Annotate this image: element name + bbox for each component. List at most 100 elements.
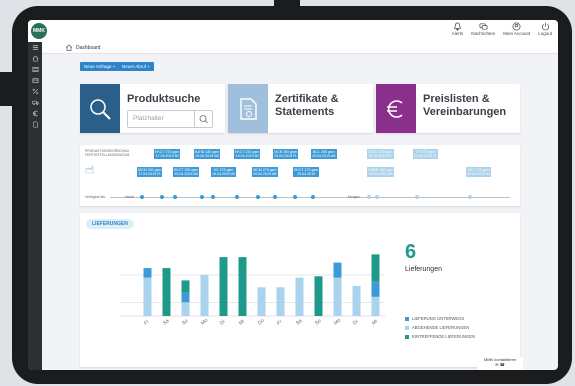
new-request-button[interactable]: Neue Anfrage +: [80, 62, 120, 71]
deliveries-chart: Fr Sa So Mo Di Mi Do Fr Sa So Mo Di Mi: [120, 254, 385, 327]
power-icon: [541, 22, 549, 31]
home-icon[interactable]: [65, 44, 73, 51]
mmk-logo[interactable]: MMK: [31, 23, 47, 39]
sidebar-item-home[interactable]: [28, 53, 42, 64]
timeline-chip[interactable]: CKT 275 gsm 29.04.2019 80: [466, 167, 491, 177]
bar-segment[interactable]: [314, 276, 323, 316]
timeline-chip[interactable]: MCM 200 gsm 17.04.2019 FL: [137, 167, 163, 177]
timeline-chip[interactable]: MCB 300 gsm 19.04.2019 FL: [273, 149, 299, 159]
percent-icon: [32, 88, 38, 95]
timeline-point[interactable]: [256, 195, 260, 199]
legend-label: EINTREFFENDE LIEFERUNGEN: [412, 334, 476, 339]
timeline-point[interactable]: [173, 195, 177, 199]
breadcrumb-label[interactable]: Dashboard: [76, 45, 100, 51]
timeline-point[interactable]: [415, 195, 419, 199]
bar-segment[interactable]: [333, 277, 342, 316]
legend-label: LIEFERUNG UNTERWEGS: [412, 316, 465, 321]
bar-segment[interactable]: [352, 285, 361, 316]
home-icon: [32, 55, 38, 62]
top-bar: MMK Alerts Nachrichten Mein Account Logo…: [28, 20, 558, 43]
bar-segment[interactable]: [333, 262, 342, 278]
timeline-axis: [110, 197, 510, 198]
timeline-point[interactable]: [293, 195, 297, 199]
deliveries-panel: LIEFERUNGEN Fr Sa So Mo Di Mi Do Fr Sa So Mo Di Mi 6…: [80, 213, 520, 367]
timeline-point[interactable]: [160, 195, 164, 199]
timeline-point[interactable]: [468, 195, 472, 199]
logout-button[interactable]: Logout: [538, 22, 552, 36]
bar-segment[interactable]: [181, 280, 190, 293]
account-button[interactable]: Mein Account: [503, 22, 530, 36]
legend-item-unterwegs: LIEFERUNG UNTERWEGS: [405, 314, 475, 323]
certificate-icon: [240, 97, 257, 120]
timeline-chip[interactable]: BJHD 180 gsm 19.04.2019 AB: [194, 149, 221, 159]
timeline-chip[interactable]: GT 275 gsm 24.04.2019 FL: [413, 149, 439, 159]
sidebar-item-orders[interactable]: [28, 75, 42, 86]
search-submit-button[interactable]: [194, 111, 212, 127]
messages-button[interactable]: Nachrichten: [471, 22, 495, 36]
new-abruf-button[interactable]: Neuer Abruf +: [118, 62, 154, 71]
sidebar-item-delivery[interactable]: [28, 97, 42, 108]
bar-segment[interactable]: [276, 287, 285, 316]
timeline-chip[interactable]: BCL 255 gsm 19.04.2019 AB: [311, 149, 337, 159]
bar-segment[interactable]: [371, 281, 380, 297]
timeline-point[interactable]: [235, 195, 239, 199]
timeline-point[interactable]: [311, 195, 315, 199]
sidebar-item-list[interactable]: [28, 64, 42, 75]
product-search-card[interactable]: Produktsuche Platzhalter: [80, 84, 225, 133]
timeline-chip[interactable]: EKCT 230 gsm 19.04.2019 80: [234, 149, 261, 159]
factory-icon: [85, 165, 94, 174]
product-search-tile: [80, 84, 120, 133]
timeline-point[interactable]: [140, 195, 144, 199]
timeline-chip[interactable]: EKCT 250 gsm 19.04.2019 AB: [173, 167, 200, 177]
bar-segment[interactable]: [238, 257, 247, 316]
bar-segment[interactable]: [295, 277, 304, 316]
sidebar-item-menu[interactable]: [28, 42, 42, 53]
bar-segment[interactable]: [219, 257, 228, 316]
timeline-tomorrow-label: Morgen: [348, 195, 360, 199]
truck-icon: [31, 100, 39, 106]
timeline-point[interactable]: [375, 195, 379, 199]
product-search-input[interactable]: Platzhalter: [127, 110, 213, 128]
timeline-start-label: Verfügbar bis: [85, 195, 105, 199]
alerts-button[interactable]: Alerts: [451, 22, 464, 36]
bar-segment[interactable]: [143, 268, 152, 278]
certificates-tile: [228, 84, 268, 133]
bar-segment[interactable]: [181, 302, 190, 316]
sidebar-item-documents[interactable]: [28, 119, 42, 130]
user-icon: [512, 22, 521, 31]
timeline-point[interactable]: [200, 195, 204, 199]
timeline-chip[interactable]: EKCT 275 gsm 19.04.2019: [293, 167, 320, 177]
pricelists-card[interactable]: Preislisten & Vereinbarungen: [376, 84, 520, 133]
chart-legend: LIEFERUNG UNTERWEGS ABGEHENDE LIEFERUNGE…: [405, 314, 475, 341]
timeline-point[interactable]: [211, 195, 215, 199]
legend-swatch: [405, 334, 409, 339]
timeline-chip[interactable]: CEEK 275 gsm 22.04.2019 FL: [367, 149, 394, 159]
sidebar-item-discount[interactable]: [28, 86, 42, 97]
x-tick-label: Mi: [238, 319, 246, 327]
x-tick-label: Do: [257, 318, 266, 327]
x-tick-label: Fr: [143, 319, 151, 327]
bar-segment[interactable]: [200, 274, 209, 316]
contact-mmk-button[interactable]: MMK kontaktieren ✉ ☎: [477, 357, 523, 370]
bar-segment[interactable]: [371, 296, 380, 316]
timeline-chip[interactable]: MCM 275 gsm 19.04.2019 AB: [252, 167, 278, 177]
bell-icon: [453, 22, 462, 31]
timeline-section-label: PRODUKTIONSVORSCHAU FERTIGSTELLUNGSDATUM: [85, 149, 130, 157]
bar-segment[interactable]: [143, 277, 152, 316]
phone-icon: ☎: [499, 362, 505, 367]
alerts-label: Alerts: [451, 31, 464, 36]
x-tick-label: Sa: [162, 318, 171, 327]
certificates-card[interactable]: Zertifikate & Statements: [228, 84, 373, 133]
timeline-chip[interactable]: CMKR 300 gsm 23.04.2019 AB: [367, 167, 395, 177]
timeline-point[interactable]: [367, 195, 371, 199]
bar-segment[interactable]: [371, 254, 380, 282]
bar-segment[interactable]: [181, 292, 190, 303]
logout-label: Logout: [538, 31, 552, 36]
sidebar-item-prices[interactable]: [28, 108, 42, 119]
x-tick-label: So: [181, 318, 190, 327]
timeline-chip[interactable]: KC 275 gsm 19.04.2019 80: [211, 167, 236, 177]
timeline-chip[interactable]: EKCT 275 gsm 17.04.2019 80: [154, 149, 181, 159]
bar-segment[interactable]: [162, 268, 171, 316]
bar-segment[interactable]: [257, 287, 266, 316]
timeline-point[interactable]: [273, 195, 277, 199]
